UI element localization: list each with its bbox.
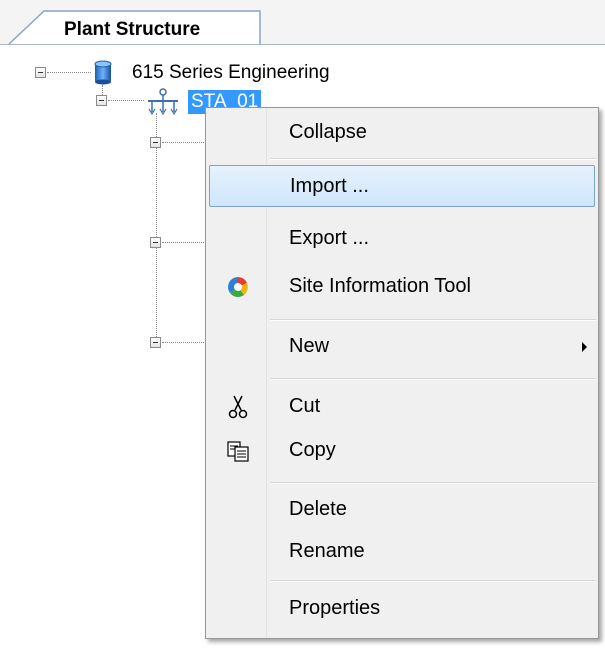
tab-strip: Plant Structure bbox=[0, 0, 605, 45]
tab-label: Plant Structure bbox=[64, 19, 201, 40]
substation-icon bbox=[145, 87, 181, 117]
menu-item-export[interactable]: Export ... bbox=[209, 218, 595, 260]
menu-item-label: Rename bbox=[289, 540, 365, 562]
site-information-icon bbox=[225, 274, 251, 300]
collapse-expander[interactable] bbox=[35, 67, 46, 78]
menu-item-label: Cut bbox=[289, 395, 321, 417]
menu-item-label: Copy bbox=[289, 439, 336, 461]
menu-item-label: Site Information Tool bbox=[289, 275, 471, 297]
menu-separator bbox=[270, 482, 596, 484]
tree-connector bbox=[108, 100, 144, 101]
tab-plant-structure[interactable]: Plant Structure bbox=[8, 10, 262, 45]
menu-separator bbox=[270, 378, 596, 380]
collapse-expander[interactable] bbox=[150, 237, 161, 248]
menu-item-label: Import ... bbox=[290, 175, 369, 197]
menu-item-import[interactable]: Import ... bbox=[209, 165, 595, 207]
menu-item-label: Properties bbox=[289, 597, 381, 619]
menu-separator bbox=[270, 158, 596, 160]
scissors-icon bbox=[225, 394, 251, 420]
menu-item-cut[interactable]: Cut bbox=[209, 386, 595, 428]
tree-connector bbox=[162, 142, 204, 143]
menu-item-properties[interactable]: Properties bbox=[209, 588, 595, 630]
collapse-expander[interactable] bbox=[150, 337, 161, 348]
menu-item-label: Delete bbox=[289, 498, 347, 520]
copy-icon bbox=[225, 438, 251, 464]
tree-connector bbox=[102, 85, 103, 95]
collapse-expander[interactable] bbox=[96, 95, 107, 106]
menu-item-copy[interactable]: Copy bbox=[209, 430, 595, 472]
menu-item-new[interactable]: New bbox=[209, 326, 595, 368]
tree-node-root[interactable]: 615 Series Engineering bbox=[132, 61, 330, 85]
database-icon bbox=[93, 59, 113, 85]
tree-connector bbox=[162, 242, 204, 243]
menu-separator bbox=[270, 580, 596, 582]
collapse-expander[interactable] bbox=[150, 137, 161, 148]
tree-connector bbox=[47, 72, 91, 73]
menu-item-collapse[interactable]: Collapse bbox=[209, 112, 595, 154]
menu-separator bbox=[270, 319, 596, 321]
menu-item-label: New bbox=[289, 335, 330, 357]
context-menu: Collapse Import ... Export ... Site Info… bbox=[205, 107, 599, 639]
menu-item-rename[interactable]: Rename bbox=[209, 531, 595, 573]
menu-item-label: Export ... bbox=[289, 227, 370, 249]
menu-item-site-information-tool[interactable]: Site Information Tool bbox=[209, 266, 595, 308]
submenu-arrow-icon bbox=[582, 342, 587, 352]
menu-item-delete[interactable]: Delete bbox=[209, 489, 595, 531]
tree-connector bbox=[162, 342, 204, 343]
menu-item-label: Collapse bbox=[289, 121, 367, 143]
